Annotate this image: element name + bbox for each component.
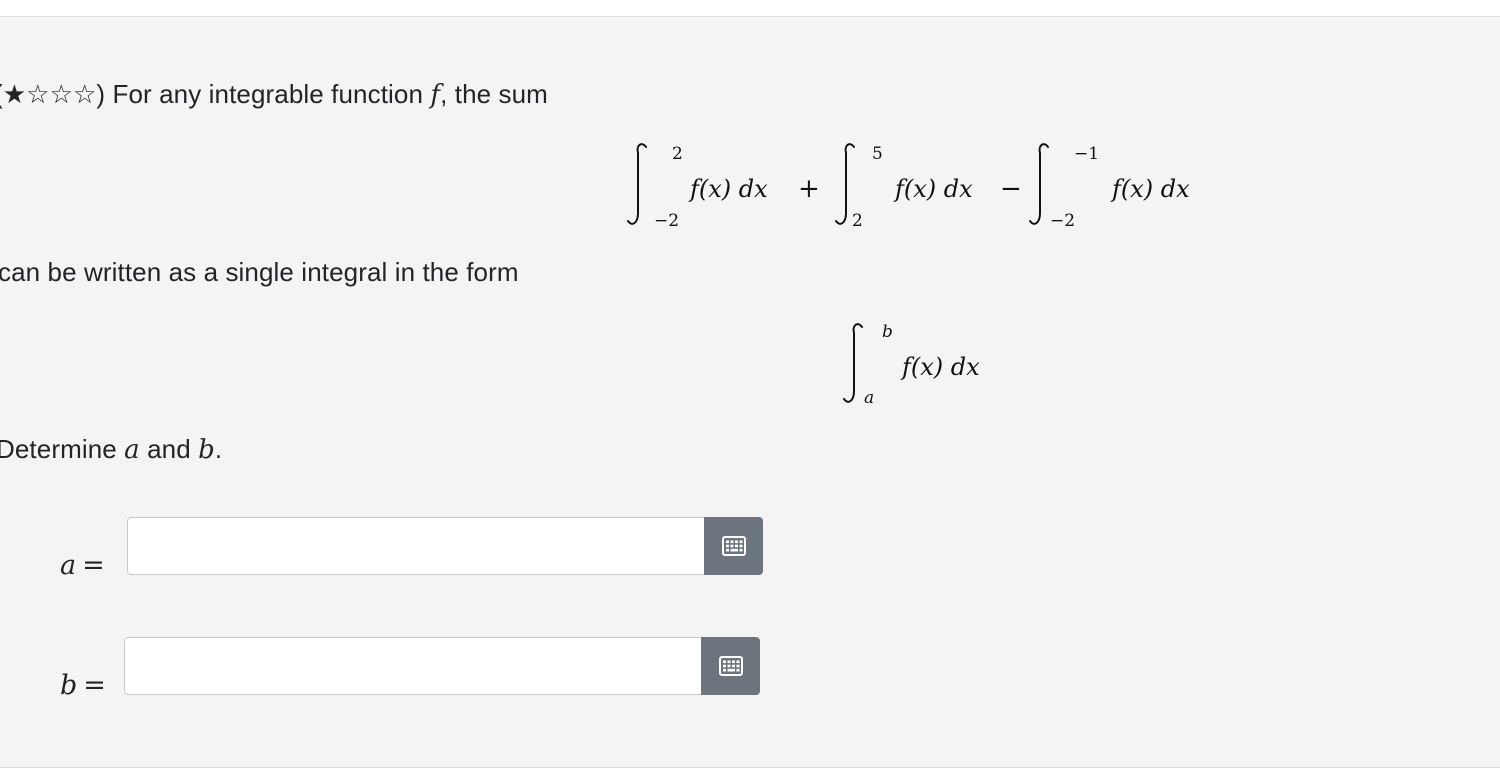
- answer-a-input[interactable]: [127, 517, 704, 575]
- determine-prefix: Determine: [0, 434, 125, 464]
- term3-integrand: f(x) dx: [1110, 175, 1190, 203]
- upper-limit-b: b: [882, 322, 893, 342]
- intro-text-end: , the sum: [440, 79, 548, 109]
- term2-lower-limit: 2: [852, 211, 863, 231]
- and-word: and: [139, 434, 199, 464]
- middle-text: can be written as a single integral in t…: [0, 257, 519, 287]
- variable-a: a: [124, 435, 140, 465]
- keyboard-icon: [721, 536, 746, 556]
- single-integrand: f(x) dx: [900, 353, 980, 381]
- function-variable-f: f: [430, 80, 441, 110]
- term1-upper-limit: 2: [672, 144, 683, 164]
- answer-a-keyboard-button[interactable]: [704, 517, 763, 575]
- single-integral: b a f(x) dx: [843, 322, 980, 408]
- intro-text: For any integrable function: [105, 79, 431, 109]
- answer-b-equals: =: [83, 670, 106, 701]
- question-intro: (★☆☆☆) For any integrable function f, th…: [0, 79, 548, 110]
- integral-sign-single: [843, 323, 863, 403]
- minus-operator: −: [1000, 174, 1022, 204]
- integral-sign-3: [1029, 143, 1049, 225]
- lower-limit-a: a: [864, 388, 874, 408]
- term1-lower-limit: −2: [654, 211, 679, 231]
- variable-b: b: [198, 435, 215, 465]
- answer-a-input-group: [127, 517, 763, 575]
- answer-a-variable: a: [60, 550, 77, 581]
- term3-lower-limit: −2: [1050, 211, 1075, 231]
- answer-a-equals: =: [82, 550, 105, 581]
- period: .: [214, 434, 223, 464]
- answer-b-input-group: [124, 637, 760, 695]
- term2-upper-limit: 5: [872, 144, 883, 164]
- answer-b-variable: b: [60, 670, 78, 701]
- term3-upper-limit: −1: [1074, 144, 1099, 164]
- determine-text: Determine a and b.: [0, 434, 222, 465]
- answer-b-input[interactable]: [124, 637, 701, 695]
- term1-integrand: f(x) dx: [688, 175, 768, 203]
- plus-operator: +: [798, 174, 820, 204]
- answer-b-label: b =: [60, 670, 106, 701]
- integral-sign-1: [627, 143, 647, 225]
- keyboard-icon: [718, 656, 743, 676]
- answer-b-keyboard-button[interactable]: [701, 637, 760, 695]
- term2-integrand: f(x) dx: [893, 175, 973, 203]
- answer-a-label: a =: [60, 550, 105, 581]
- sum-of-integrals: 2 −2 f(x) dx + 5 2 f(x) dx − −1 −2 f(x) …: [627, 143, 1190, 231]
- question-panel: (★☆☆☆) For any integrable function f, th…: [0, 16, 1500, 768]
- difficulty-stars: (★☆☆☆): [0, 79, 106, 109]
